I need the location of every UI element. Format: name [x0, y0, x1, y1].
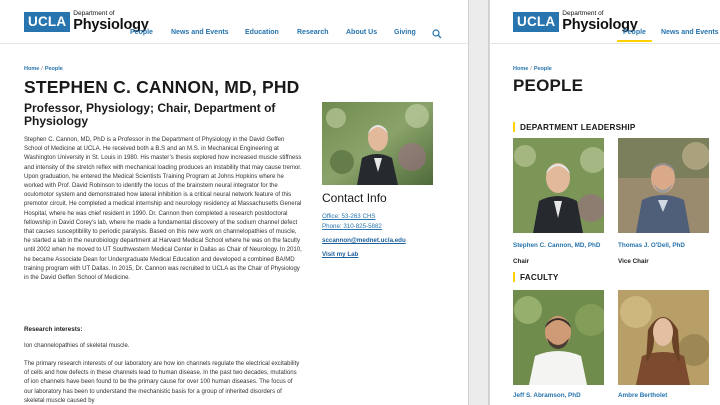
breadcrumb-people[interactable]: People	[45, 66, 63, 72]
faculty-name-abramson[interactable]: Jeff S. Abramson, PhD	[513, 392, 581, 399]
site-header: UCLA Department of Physiology People New…	[490, 0, 720, 44]
visit-lab-link[interactable]: Visit my Lab	[322, 251, 358, 258]
ucla-logo-mark: UCLA	[24, 11, 71, 32]
nav-news-and-events[interactable]: News and Events	[661, 29, 719, 36]
nav-about-us[interactable]: About Us	[346, 29, 377, 36]
nav-research[interactable]: Research	[297, 29, 329, 36]
research-interests: Ion channelopathies of skeletal muscle.	[24, 343, 130, 349]
search-icon[interactable]	[432, 29, 442, 39]
nav-active-indicator	[617, 40, 652, 42]
ucla-logo-mark: UCLA	[513, 11, 560, 32]
leader-name-odell[interactable]: Thomas J. O'Dell, PhD	[618, 242, 685, 249]
nav-people[interactable]: People	[130, 29, 153, 36]
section-accent-bar	[513, 122, 515, 132]
ucla-physiology-logo[interactable]: UCLA Department of Physiology	[513, 10, 638, 32]
research-description: The primary research interests of our la…	[24, 361, 300, 404]
faculty-heading: FACULTY	[513, 272, 559, 282]
email-link[interactable]: sccannon@mednet.ucla.edu	[322, 237, 406, 244]
section-accent-bar	[513, 272, 515, 282]
research-interests-label: Research interests:	[24, 326, 83, 333]
faculty-name-bertholet[interactable]: Ambre Bertholet	[618, 392, 667, 399]
nav-people[interactable]: People	[623, 29, 646, 36]
breadcrumb: Home / People	[24, 66, 63, 72]
profile-name: STEPHEN C. CANNON, MD, PHD	[24, 77, 300, 97]
profile-window: UCLA Department of Physiology People New…	[0, 0, 468, 405]
breadcrumb-home[interactable]: Home	[513, 66, 528, 72]
faculty-photo-bertholet[interactable]	[618, 290, 709, 385]
leader-photo-cannon[interactable]	[513, 138, 604, 233]
nav-education[interactable]: Education	[245, 29, 279, 36]
breadcrumb: Home / People	[513, 66, 552, 72]
breadcrumb-people[interactable]: People	[534, 66, 552, 72]
leader-role-odell: Vice Chair	[618, 258, 649, 265]
faculty-photo-abramson[interactable]	[513, 290, 604, 385]
leader-role-cannon: Chair	[513, 258, 530, 265]
department-leadership-heading: DEPARTMENT LEADERSHIP	[513, 122, 636, 132]
window-divider	[468, 0, 489, 405]
site-header: UCLA Department of Physiology People New…	[0, 0, 468, 44]
profile-photo	[322, 102, 433, 185]
office-link[interactable]: Office: 53-263 CHS	[322, 213, 376, 220]
profile-title: Professor, Physiology; Chair, Department…	[24, 101, 276, 128]
nav-giving[interactable]: Giving	[394, 29, 416, 36]
people-window: UCLA Department of Physiology People New…	[489, 0, 720, 405]
contact-info-heading: Contact Info	[322, 191, 387, 205]
profile-bio: Stephen C. Cannon, MD, PhD is a Professo…	[24, 137, 302, 282]
nav-news-and-events[interactable]: News and Events	[171, 29, 229, 36]
phone-link[interactable]: Phone: 310-825-5882	[322, 223, 382, 230]
leader-photo-odell[interactable]	[618, 138, 709, 233]
breadcrumb-home[interactable]: Home	[24, 66, 39, 72]
page-title: PEOPLE	[513, 76, 584, 95]
leader-name-cannon[interactable]: Stephen C. Cannon, MD, PhD	[513, 242, 600, 249]
